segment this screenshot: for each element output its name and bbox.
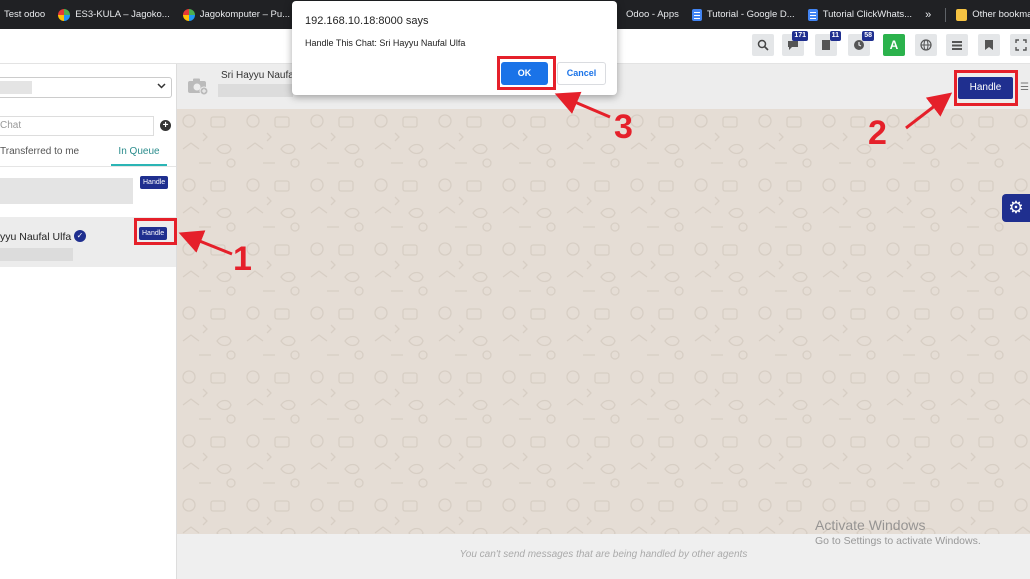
language-button[interactable]	[915, 34, 937, 56]
menu-icon	[952, 41, 962, 50]
dialog-title: 192.168.10.18:8000 says	[305, 15, 429, 27]
notes-button[interactable]: 11	[815, 31, 841, 56]
folder-icon	[956, 8, 968, 21]
user-initial: A	[889, 38, 899, 52]
chat-list-panel: Chat + Transferred to me In Queue Handle…	[0, 64, 177, 579]
chat-contact-name: Sri Hayyu Naufa	[221, 70, 294, 81]
notes-count-badge: 11	[829, 31, 841, 41]
handle-button[interactable]: Handle	[139, 227, 168, 240]
bookmark-icon	[985, 40, 993, 50]
confirm-dialog: 192.168.10.18:8000 says Handle This Chat…	[292, 1, 617, 95]
bookmark-jagokomputer[interactable]: Jagokomputer – Pu...	[182, 8, 291, 21]
handle-button[interactable]: Handle	[140, 176, 169, 189]
bookmark-tutorial-clickwhats[interactable]: Tutorial ClickWhats...	[807, 8, 913, 21]
bookmark-tutorial-google-docs[interactable]: Tutorial - Google D...	[691, 8, 795, 21]
redacted-contact	[0, 178, 133, 204]
bookmark-label: ES3-KULA – Jagoko...	[75, 9, 170, 20]
watermark-title: Activate Windows	[815, 517, 926, 533]
step-number-1: 1	[233, 240, 252, 278]
more-bookmarks-icon[interactable]: »	[925, 9, 931, 21]
messages-count-badge: 171	[792, 31, 808, 41]
globe-icon	[920, 39, 932, 51]
verified-icon: ✓	[74, 230, 86, 242]
gear-icon: ⚙	[1008, 198, 1024, 217]
bookmark-label: Tutorial ClickWhats...	[822, 9, 913, 20]
dialog-message: Handle This Chat: Sri Hayyu Naufal Ulfa	[305, 38, 466, 48]
doodle-pattern	[177, 109, 1030, 534]
search-button[interactable]	[752, 34, 774, 56]
chevron-down-icon	[157, 81, 166, 92]
expand-icon	[1015, 39, 1027, 51]
fullscreen-button[interactable]	[1010, 34, 1030, 56]
chat-icon	[788, 40, 798, 50]
bookmark-button[interactable]	[978, 34, 1000, 56]
search-icon	[757, 39, 769, 51]
camera-icon[interactable]	[187, 77, 209, 95]
step-number-3: 3	[614, 108, 633, 146]
tab-transferred-to-me[interactable]: Transferred to me	[0, 146, 79, 166]
activities-button[interactable]: 58	[848, 31, 874, 56]
other-bookmarks-label: Other bookmarks	[972, 9, 1030, 20]
menu-button[interactable]	[946, 34, 968, 56]
globe-icon	[182, 8, 195, 21]
bookmark-label: Odoo - Apps	[626, 9, 679, 20]
search-chat-input[interactable]: Chat	[0, 116, 154, 136]
ok-button[interactable]: OK	[501, 62, 548, 85]
chat-background	[177, 109, 1030, 534]
doc-icon	[807, 8, 818, 21]
menu-icon[interactable]: ☰	[1020, 82, 1029, 93]
contact-name: yyu Naufal Ulfa	[0, 231, 72, 243]
activities-count-badge: 58	[862, 31, 874, 41]
handle-chat-button[interactable]: Handle	[958, 77, 1013, 99]
tab-in-queue[interactable]: In Queue	[111, 146, 167, 166]
bookmark-label: Jagokomputer – Pu...	[199, 9, 291, 20]
divider	[0, 166, 176, 167]
user-avatar[interactable]: A	[883, 34, 905, 56]
bookmark-odoo-apps[interactable]: Odoo - Apps	[626, 9, 679, 20]
bookmark-label: Test odoo	[4, 9, 46, 20]
add-chat-icon[interactable]: +	[160, 120, 171, 131]
other-bookmarks[interactable]: Other bookmarks	[956, 8, 1030, 21]
divider	[945, 7, 947, 22]
watermark-subtitle: Go to Settings to activate Windows.	[815, 535, 981, 547]
settings-tab[interactable]: ⚙	[1002, 194, 1030, 222]
redacted-value	[0, 81, 32, 94]
redacted-value	[218, 84, 293, 97]
cancel-button[interactable]: Cancel	[557, 62, 606, 85]
channel-select[interactable]	[0, 77, 172, 98]
bookmark-test-odoo[interactable]: Test odoo	[4, 9, 45, 20]
footer-notice: You can't send messages that are being h…	[459, 549, 748, 560]
doc-icon	[691, 8, 702, 21]
activate-windows-watermark: Activate Windows Go to Settings to activ…	[815, 517, 981, 547]
globe-icon	[58, 8, 71, 21]
bookmark-es3-kula[interactable]: ES3-KULA – Jagoko...	[58, 8, 170, 21]
chat-area: Sri Hayyu Naufa Handle ☰ ⚙ You can't sen…	[177, 64, 1030, 579]
messages-button[interactable]: 171	[782, 31, 808, 56]
chat-list-item[interactable]: Handle	[0, 176, 176, 216]
step-number-2: 2	[868, 114, 887, 152]
redacted-preview	[0, 248, 73, 261]
bookmark-label: Tutorial - Google D...	[706, 9, 795, 20]
chat-list-item-selected[interactable]: yyu Naufal Ulfa ✓ Handle	[0, 217, 176, 267]
